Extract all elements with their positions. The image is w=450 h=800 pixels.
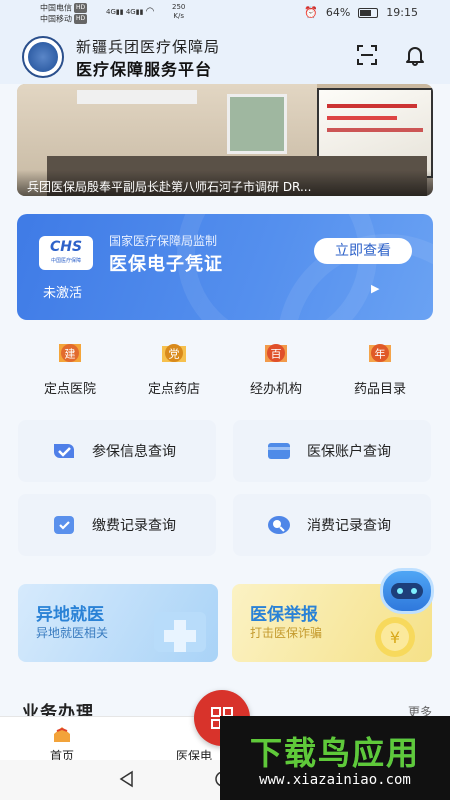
bell-icon[interactable] bbox=[402, 42, 428, 68]
tile-label: 医保账户查询 bbox=[307, 444, 391, 460]
tile-payment-records[interactable]: 缴费记录查询 bbox=[18, 494, 216, 556]
scan-icon[interactable] bbox=[354, 42, 380, 68]
home-icon bbox=[51, 723, 73, 745]
clock: 19:15 bbox=[386, 6, 418, 19]
quick-link-label: 经办机构 bbox=[249, 382, 302, 397]
chs-logo-text: CHS bbox=[49, 239, 83, 255]
status-bar: 中国电信 HD 中国移动 HD 4G▮▮ 4G▮▮ ◠ 250 K/s ⏰ 64% … bbox=[0, 0, 450, 28]
agency-icon: 百 bbox=[261, 338, 291, 368]
svg-text:¥: ¥ bbox=[390, 628, 400, 647]
quick-link-designated-pharmacy[interactable]: 党 定点药店 bbox=[134, 338, 214, 397]
tile-consumption-records[interactable]: 消费记录查询 bbox=[233, 494, 431, 556]
watermark: 下载鸟应用 www.xiazainiao.com bbox=[220, 716, 450, 800]
quick-link-drug-catalog[interactable]: 年 药品目录 bbox=[340, 338, 420, 397]
tile-account-query[interactable]: 医保账户查询 bbox=[233, 420, 431, 482]
card-status: 未激活 bbox=[43, 286, 83, 301]
insurance-e-voucher-card[interactable]: CHS 中国医疗保障 国家医疗保障局监制 医保电子凭证 未激活 立即查看 ▶ bbox=[17, 214, 433, 320]
assistant-robot-button[interactable] bbox=[380, 568, 434, 614]
wifi-icon: ◠ bbox=[145, 6, 155, 17]
tile-label: 参保信息查询 bbox=[92, 444, 176, 460]
promo-title: 异地就医 bbox=[36, 605, 104, 625]
card-icon bbox=[265, 440, 293, 462]
promo-remote-medical[interactable]: 异地就医 异地就医相关 bbox=[18, 584, 218, 662]
promo-subtitle: 打击医保诈骗 bbox=[250, 626, 323, 640]
chs-logo-subtext: 中国医疗保障 bbox=[50, 258, 81, 264]
svg-text:百: 百 bbox=[271, 348, 282, 361]
alarm-icon: ⏰ bbox=[304, 6, 318, 19]
tile-label: 缴费记录查询 bbox=[92, 518, 176, 534]
hd-badge: HD bbox=[74, 3, 88, 13]
quick-link-agencies[interactable]: 百 经办机构 bbox=[236, 338, 316, 397]
network-indicator: 4G▮▮ 4G▮▮ ◠ bbox=[106, 6, 155, 17]
hd-badge: HD bbox=[74, 13, 88, 24]
shield-check-icon bbox=[50, 440, 78, 462]
speed-value: 250 bbox=[172, 3, 186, 11]
promo-subtitle: 异地就医相关 bbox=[36, 626, 109, 640]
consumption-icon bbox=[265, 514, 293, 536]
watermark-url: www.xiazainiao.com bbox=[259, 772, 411, 788]
receipt-icon bbox=[50, 514, 78, 536]
carrier-1: 中国电信 bbox=[40, 3, 72, 13]
watermark-brand-text: 下载鸟应用 bbox=[249, 734, 420, 772]
quick-link-label: 定点药店 bbox=[147, 382, 200, 397]
drug-catalog-icon: 年 bbox=[365, 338, 395, 368]
battery-icon bbox=[358, 7, 379, 18]
battery-percent: 64% bbox=[325, 6, 351, 19]
svg-text:年: 年 bbox=[375, 347, 386, 361]
medical-cross-icon bbox=[154, 612, 206, 652]
news-banner[interactable]: 兵团医保局殷奉平副局长赴第八师石河子市调研 DR... bbox=[17, 84, 433, 196]
org-name: 新疆兵团医疗保障局 bbox=[76, 38, 221, 56]
svg-text:党: 党 bbox=[169, 348, 180, 361]
promo-title: 医保举报 bbox=[250, 605, 318, 625]
quick-link-designated-hospital[interactable]: 建 定点医院 bbox=[30, 338, 110, 397]
card-supervisor: 国家医疗保障局监制 bbox=[109, 234, 218, 248]
play-icon[interactable]: ▶ bbox=[371, 282, 379, 295]
card-title: 医保电子凭证 bbox=[109, 254, 223, 275]
carrier-2: 中国移动 bbox=[40, 14, 72, 23]
pharmacy-icon: 党 bbox=[159, 338, 189, 368]
coin-icon: ¥ bbox=[375, 617, 415, 657]
tab-home[interactable]: 首页 bbox=[50, 723, 74, 764]
app-header: 新疆兵团医疗保障局 医疗保障服务平台 bbox=[0, 28, 450, 84]
svg-text:建: 建 bbox=[65, 347, 76, 361]
network-type: 4G bbox=[106, 8, 116, 16]
tile-enrollment-query[interactable]: 参保信息查询 bbox=[18, 420, 216, 482]
platform-name: 医疗保障服务平台 bbox=[76, 60, 213, 79]
org-logo bbox=[22, 36, 64, 78]
speed-unit: K/s bbox=[173, 12, 184, 20]
chs-logo: CHS 中国医疗保障 bbox=[39, 236, 93, 270]
hospital-icon: 建 bbox=[55, 338, 85, 368]
quick-link-label: 定点医院 bbox=[43, 382, 96, 397]
status-right: ⏰ 64% 19:15 bbox=[304, 6, 418, 19]
watermark-brand: 下载鸟应用 bbox=[220, 728, 450, 774]
view-now-button[interactable]: 立即查看 bbox=[314, 238, 412, 264]
carrier-info: 中国电信 HD 中国移动 HD bbox=[40, 3, 88, 24]
quick-link-label: 药品目录 bbox=[353, 382, 406, 397]
tile-label: 消费记录查询 bbox=[307, 518, 391, 534]
network-speed: 250 K/s bbox=[172, 3, 185, 21]
network-type: 4G bbox=[125, 8, 136, 16]
banner-caption: 兵团医保局殷奉平副局长赴第八师石河子市调研 DR... bbox=[17, 170, 433, 196]
back-icon[interactable] bbox=[118, 770, 136, 788]
